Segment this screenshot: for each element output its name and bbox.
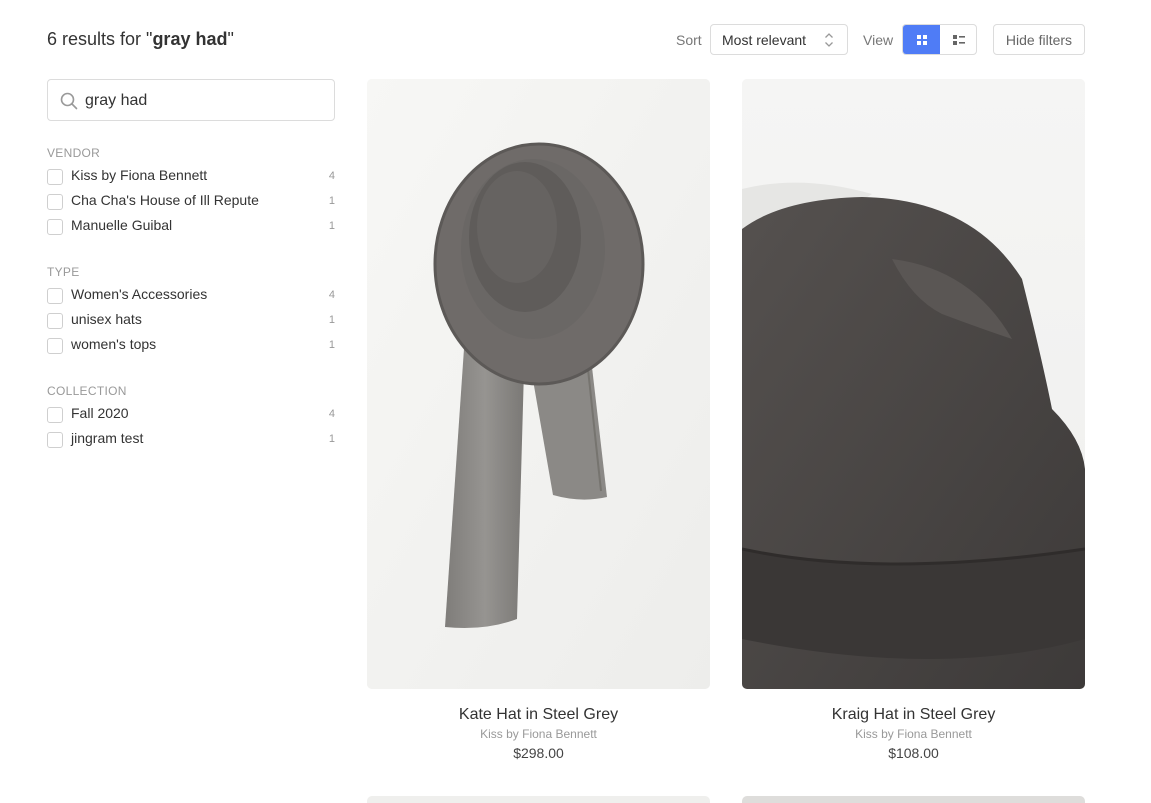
hat-with-scarf-image	[367, 79, 710, 689]
list-icon	[952, 34, 965, 45]
facet-item[interactable]: unisex hats 1	[47, 308, 335, 333]
grid-icon	[916, 34, 927, 45]
results-summary: 6 results for "gray had"	[47, 29, 234, 49]
checkbox[interactable]	[47, 432, 63, 448]
facet-title: VENDOR	[47, 146, 101, 160]
facet-item[interactable]: Fall 2020 4	[47, 402, 335, 427]
facet-title: COLLECTION	[47, 384, 127, 398]
product-price: $108.00	[888, 745, 939, 761]
facet-item-count: 1	[328, 314, 335, 326]
grid-view-button[interactable]	[903, 25, 940, 54]
product-vendor: Kiss by Fiona Bennett	[480, 727, 597, 741]
product-vendor: Kiss by Fiona Bennett	[855, 727, 972, 741]
product-image[interactable]	[742, 79, 1085, 689]
view-label: View	[863, 32, 894, 48]
facet-item-count: 1	[328, 339, 335, 351]
product-card[interactable]	[367, 796, 710, 803]
product-title[interactable]: Kraig Hat in Steel Grey	[742, 706, 1085, 724]
search-query: gray had	[152, 29, 228, 49]
facet-title: TYPE	[47, 265, 80, 279]
facet-item-count: 4	[328, 408, 335, 420]
results-toolbar: 6 results for "gray had" Sort Most relev…	[0, 0, 1151, 80]
facet-item[interactable]: Manuelle Guibal 1	[47, 214, 335, 239]
facet-item[interactable]: Women's Accessories 4	[47, 283, 335, 308]
search-input[interactable]: gray had	[47, 79, 335, 121]
facet-item[interactable]: women's tops 1	[47, 333, 335, 358]
facet-item-label: Cha Cha's House of Ill Repute	[71, 192, 259, 208]
search-value: gray had	[85, 92, 148, 109]
hide-filters-button[interactable]: Hide filters	[993, 24, 1085, 55]
facet-item-label: jingram test	[71, 430, 144, 446]
facet-item[interactable]: Kiss by Fiona Bennett 4	[47, 164, 335, 189]
product-card[interactable]	[742, 796, 1085, 803]
checkbox[interactable]	[47, 313, 63, 329]
product-price: $298.00	[513, 745, 564, 761]
facet-item-count: 1	[328, 220, 335, 232]
facet-item-label: Manuelle Guibal	[71, 217, 173, 233]
product-card[interactable]: Kraig Hat in Steel Grey Kiss by Fiona Be…	[742, 79, 1085, 761]
facet-type: TYPE Women's Accessories 4 unisex hats 1…	[47, 265, 335, 358]
sort-select[interactable]: Most relevant	[710, 24, 848, 55]
facet-item-count: 1	[328, 433, 335, 445]
checkbox[interactable]	[47, 407, 63, 423]
checkbox[interactable]	[47, 338, 63, 354]
sort-label: Sort	[676, 32, 702, 48]
facet-item-count: 4	[328, 289, 335, 301]
list-view-button[interactable]	[940, 25, 976, 54]
sort-selected-value: Most relevant	[722, 32, 807, 48]
facet-vendor: VENDOR Kiss by Fiona Bennett 4 Cha Cha's…	[47, 146, 335, 239]
facet-item[interactable]: jingram test 1	[47, 427, 335, 452]
facet-item[interactable]: Cha Cha's House of Ill Repute 1	[47, 189, 335, 214]
search-icon	[60, 92, 78, 110]
checkbox[interactable]	[47, 219, 63, 235]
checkbox[interactable]	[47, 169, 63, 185]
facet-item-count: 4	[328, 170, 335, 182]
facet-collection: COLLECTION Fall 2020 4 jingram test 1	[47, 384, 335, 452]
facet-item-label: Kiss by Fiona Bennett	[71, 167, 208, 183]
product-title[interactable]: Kate Hat in Steel Grey	[367, 706, 710, 724]
felt-hat-image	[742, 79, 1085, 689]
chevron-up-down-icon	[825, 33, 833, 47]
product-card[interactable]: Kate Hat in Steel Grey Kiss by Fiona Ben…	[367, 79, 710, 761]
checkbox[interactable]	[47, 194, 63, 210]
facet-item-label: Women's Accessories	[71, 286, 208, 302]
facet-item-label: women's tops	[71, 336, 157, 352]
facet-item-label: unisex hats	[71, 311, 142, 327]
view-toggle	[902, 24, 977, 55]
facet-item-count: 1	[328, 195, 335, 207]
facet-item-label: Fall 2020	[71, 405, 129, 421]
product-image[interactable]	[367, 79, 710, 689]
checkbox[interactable]	[47, 288, 63, 304]
